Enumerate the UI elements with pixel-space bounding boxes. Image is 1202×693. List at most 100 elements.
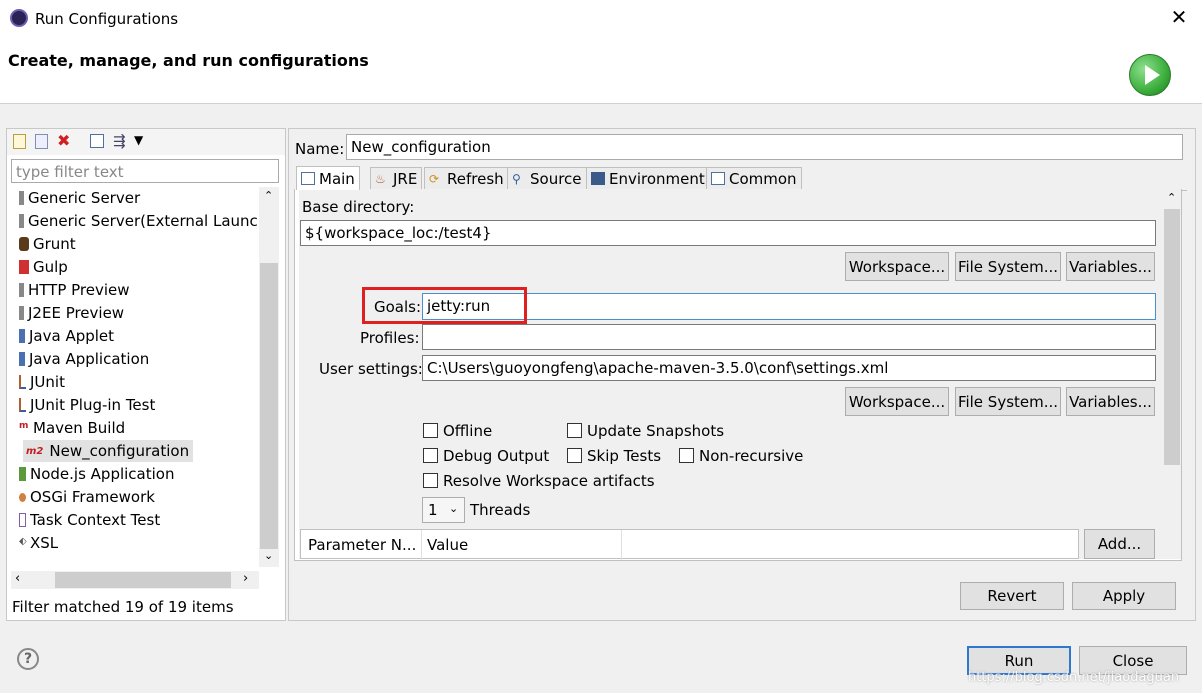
tree-vscrollbar[interactable]: ⌃ ⌄ xyxy=(259,187,279,567)
base-dir-label: Base directory: xyxy=(302,198,415,216)
tab-common[interactable]: Common xyxy=(706,167,802,189)
tree-item-j2ee-preview[interactable]: J2EE Preview xyxy=(19,302,124,324)
tree-item-task-context[interactable]: Task Context Test xyxy=(19,509,160,531)
new-config-icon[interactable] xyxy=(13,134,26,149)
scroll-up-icon[interactable]: ⌃ xyxy=(264,189,273,202)
scroll-right-icon[interactable]: › xyxy=(243,571,248,586)
add-parameter-button[interactable]: Add... xyxy=(1084,529,1155,559)
collapse-all-icon[interactable] xyxy=(90,134,104,148)
content-vscrollbar[interactable]: ⌃ xyxy=(1163,189,1181,559)
tree-item-java-application[interactable]: Java Application xyxy=(19,348,149,370)
j2ee-preview-icon xyxy=(19,306,24,320)
column-divider xyxy=(421,530,422,560)
duplicate-icon[interactable] xyxy=(35,134,48,149)
delete-icon[interactable]: ✖ xyxy=(57,131,70,150)
resolve-workspace-label: Resolve Workspace artifacts xyxy=(443,472,655,490)
non-recursive-label: Non-recursive xyxy=(699,447,804,465)
common-tab-icon xyxy=(711,172,725,185)
http-preview-icon xyxy=(19,283,24,297)
tree-item-maven-build[interactable]: m Maven Build xyxy=(19,417,125,439)
workspace-button-2[interactable]: Workspace... xyxy=(845,387,949,416)
left-toolbar: ✖ ⇶ ▼ xyxy=(7,129,285,155)
user-settings-field[interactable]: C:\Users\guoyongfeng\apache-maven-3.5.0\… xyxy=(422,355,1156,381)
tab-refresh[interactable]: ⟳ Refresh xyxy=(424,167,509,189)
close-icon[interactable]: ✕ xyxy=(1168,6,1190,28)
name-label: Name: xyxy=(295,140,345,158)
workspace-button-1[interactable]: Workspace... xyxy=(845,252,949,281)
tab-jre[interactable]: ♨ JRE xyxy=(370,167,423,189)
tree-item-generic-server-external[interactable]: Generic Server(External Launch) xyxy=(19,210,259,232)
refresh-tab-icon: ⟳ xyxy=(429,172,440,186)
tree-item-osgi[interactable]: OSGi Framework xyxy=(19,486,155,508)
tab-main[interactable]: Main xyxy=(296,166,360,190)
name-field[interactable]: New_configuration xyxy=(346,134,1183,160)
tree-item-java-applet[interactable]: Java Applet xyxy=(19,325,114,347)
source-tab-icon: ⚲ xyxy=(512,172,521,186)
offline-label: Offline xyxy=(443,422,493,440)
junit-icon xyxy=(19,375,26,389)
tree-item-junit[interactable]: JUnit xyxy=(19,371,65,393)
tree-hscrollbar[interactable]: ‹ › xyxy=(11,571,259,589)
resolve-workspace-checkbox[interactable] xyxy=(423,473,438,488)
threads-select[interactable]: 1 ⌄ xyxy=(422,497,465,523)
profiles-label: Profiles: xyxy=(360,329,420,347)
base-dir-field[interactable]: ${workspace_loc:/test4} xyxy=(300,220,1156,246)
debug-output-checkbox[interactable] xyxy=(423,448,438,463)
osgi-icon xyxy=(19,492,26,502)
offline-checkbox[interactable] xyxy=(423,423,438,438)
filter-icon[interactable]: ⇶ xyxy=(113,132,126,150)
tree-item-nodejs[interactable]: Node.js Application xyxy=(19,463,174,485)
update-snapshots-checkbox[interactable] xyxy=(567,423,582,438)
help-icon[interactable]: ? xyxy=(17,648,39,670)
parameter-table: Parameter N... Value xyxy=(300,529,1079,560)
tree-item-new-configuration[interactable]: m2 New_configuration xyxy=(23,440,194,462)
left-panel: ✖ ⇶ ▼ type filter text Generic Server Ge… xyxy=(6,128,286,621)
variables-button-1[interactable]: Variables... xyxy=(1066,252,1155,281)
non-recursive-checkbox[interactable] xyxy=(679,448,694,463)
run-play-icon xyxy=(1129,54,1171,96)
task-context-icon xyxy=(19,513,26,527)
scroll-down-icon[interactable]: ⌄ xyxy=(264,549,273,562)
maven-icon: m xyxy=(19,421,29,431)
variables-button-2[interactable]: Variables... xyxy=(1066,387,1155,416)
window-title: Run Configurations xyxy=(35,10,179,28)
filter-input[interactable]: type filter text xyxy=(11,159,279,183)
filter-placeholder: type filter text xyxy=(16,163,124,181)
java-applet-icon xyxy=(19,329,25,343)
nodejs-icon xyxy=(19,467,26,481)
watermark: https://blog.csdn.net/jiaodaguan xyxy=(968,670,1180,685)
skip-tests-label: Skip Tests xyxy=(587,447,662,465)
tab-environment[interactable]: Environment xyxy=(586,167,710,189)
tree-item-junit-plugin[interactable]: JUnit Plug-in Test xyxy=(19,394,155,416)
debug-output-label: Debug Output xyxy=(443,447,550,465)
scroll-thumb[interactable] xyxy=(260,263,278,549)
environment-tab-icon xyxy=(591,172,605,185)
tree-item-generic-server[interactable]: Generic Server xyxy=(19,187,140,209)
apply-button[interactable]: Apply xyxy=(1072,582,1176,610)
goals-field[interactable]: jetty:run xyxy=(422,293,1156,320)
revert-button[interactable]: Revert xyxy=(960,582,1064,610)
tree-item-gulp[interactable]: Gulp xyxy=(19,256,68,278)
content-scroll-up-icon[interactable]: ⌃ xyxy=(1167,191,1176,204)
profiles-field[interactable] xyxy=(422,324,1156,350)
java-application-icon xyxy=(19,352,25,366)
tree-item-xsl[interactable]: ⬖ XSL xyxy=(19,532,58,554)
filesystem-button-2[interactable]: File System... xyxy=(955,387,1061,416)
jre-tab-icon: ♨ xyxy=(375,172,386,186)
tree-item-http-preview[interactable]: HTTP Preview xyxy=(19,279,130,301)
param-value-header[interactable]: Value xyxy=(427,536,468,554)
content-scroll-thumb[interactable] xyxy=(1164,209,1180,465)
user-settings-label: User settings: xyxy=(319,360,423,378)
filesystem-button-1[interactable]: File System... xyxy=(955,252,1061,281)
column-divider xyxy=(621,530,622,560)
grunt-icon xyxy=(19,237,29,251)
main-tab-icon xyxy=(301,172,315,185)
scroll-left-icon[interactable]: ‹ xyxy=(15,571,20,586)
param-name-header[interactable]: Parameter N... xyxy=(308,536,416,554)
chevron-down-icon[interactable]: ▼ xyxy=(134,133,143,147)
threads-label: Threads xyxy=(470,501,531,519)
tab-source[interactable]: ⚲ Source xyxy=(507,167,587,189)
hscroll-thumb[interactable] xyxy=(55,572,231,588)
tree-item-grunt[interactable]: Grunt xyxy=(19,233,76,255)
skip-tests-checkbox[interactable] xyxy=(567,448,582,463)
